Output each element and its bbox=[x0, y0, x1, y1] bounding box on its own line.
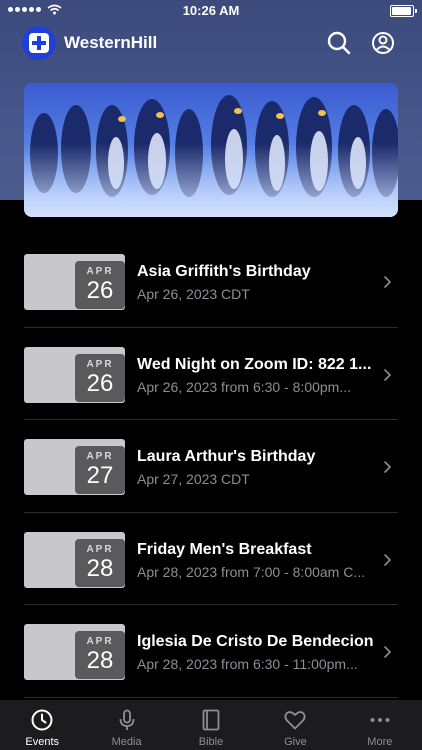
calendar-date-badge: APR 27 bbox=[75, 446, 125, 494]
event-row[interactable]: APR 26 Asia Griffith's Birthday Apr 26, 202… bbox=[0, 235, 422, 328]
event-row[interactable]: APR 28 Iglesia De Cristo De Bendecion Apr 2… bbox=[0, 605, 422, 698]
event-day: 28 bbox=[86, 554, 114, 582]
calendar-date-badge: APR 26 bbox=[75, 261, 125, 309]
event-title: Friday Men's Breakfast bbox=[137, 540, 312, 558]
event-month: APR bbox=[86, 543, 114, 555]
account-button[interactable] bbox=[370, 30, 396, 56]
tab-label-media: Media bbox=[111, 736, 142, 748]
tab-bar: Events Media Bible Give More bbox=[0, 700, 422, 750]
event-day: 28 bbox=[86, 647, 114, 674]
event-title: Iglesia De Cristo De Bendecion bbox=[137, 633, 374, 650]
event-datetime: Apr 28, 2023 from 6:30 - 11:00pm... bbox=[137, 656, 358, 672]
chevron-right-icon bbox=[384, 461, 392, 473]
event-thumbnail: APR 27 bbox=[24, 439, 125, 495]
event-thumbnail: APR 26 bbox=[24, 346, 125, 403]
event-datetime: Apr 27, 2023 CDT bbox=[137, 471, 250, 487]
chevron-right-icon bbox=[384, 368, 392, 381]
event-datetime: Apr 26, 2023 from 6:30 - 8:00pm... bbox=[137, 378, 352, 395]
battery-icon bbox=[390, 5, 417, 17]
event-thumbnail: APR 28 bbox=[24, 531, 125, 588]
search-button[interactable] bbox=[326, 30, 352, 56]
event-month: APR bbox=[86, 636, 114, 647]
tab-label-events: Events bbox=[25, 736, 60, 748]
event-day: 26 bbox=[86, 277, 114, 304]
event-datetime: Apr 28, 2023 from 7:00 - 8:00am C... bbox=[137, 563, 366, 580]
event-datetime: Apr 26, 2023 CDT bbox=[137, 286, 250, 302]
event-thumbnail: APR 28 bbox=[24, 624, 125, 680]
book-icon bbox=[202, 709, 220, 731]
tab-label-more: More bbox=[367, 736, 393, 748]
penguins-illustration bbox=[24, 95, 398, 217]
event-month: APR bbox=[86, 451, 114, 462]
church-logo-icon[interactable] bbox=[22, 26, 56, 60]
tab-media[interactable]: Media bbox=[84, 700, 168, 750]
event-thumbnail: APR 26 bbox=[24, 254, 125, 310]
chevron-right-icon bbox=[384, 646, 392, 658]
chevron-right-icon bbox=[384, 276, 392, 288]
account-circle-icon bbox=[372, 32, 394, 54]
tab-label-give: Give bbox=[284, 736, 307, 748]
event-title: Asia Griffith's Birthday bbox=[137, 263, 311, 280]
tab-give[interactable]: Give bbox=[253, 700, 337, 750]
events-list: APR 26 Asia Griffith's Birthday Apr 26, 202… bbox=[0, 235, 422, 698]
app-bar: WesternHill bbox=[0, 26, 422, 62]
calendar-date-badge: APR 28 bbox=[75, 538, 125, 587]
tab-more[interactable]: More bbox=[338, 700, 422, 750]
search-icon bbox=[327, 31, 351, 55]
app-title: WesternHill bbox=[64, 33, 158, 52]
hero-banner-image[interactable] bbox=[24, 83, 398, 217]
event-row[interactable]: APR 27 Laura Arthur's Birthday Apr 27, 2023… bbox=[0, 420, 422, 513]
event-row[interactable]: APR 28 Friday Men's Breakfast Apr 28, 2023 … bbox=[0, 513, 422, 605]
event-title: Wed Night on Zoom ID: 822 1... bbox=[137, 355, 372, 373]
microphone-icon bbox=[119, 709, 135, 730]
event-row[interactable]: APR 26 Wed Night on Zoom ID: 822 1... Apr 2… bbox=[0, 328, 422, 420]
event-day: 26 bbox=[86, 369, 114, 397]
chevron-right-icon bbox=[384, 553, 392, 566]
status-bar: 10:26 AM bbox=[0, 0, 422, 22]
divider bbox=[24, 696, 398, 698]
event-title: Laura Arthur's Birthday bbox=[137, 448, 316, 465]
event-day: 27 bbox=[86, 462, 114, 489]
tab-events[interactable]: Events bbox=[0, 700, 84, 750]
calendar-date-badge: APR 28 bbox=[75, 631, 125, 679]
calendar-date-badge: APR 26 bbox=[75, 353, 125, 402]
status-time: 10:26 AM bbox=[182, 3, 240, 18]
heart-icon bbox=[284, 711, 306, 730]
tab-bible[interactable]: Bible bbox=[169, 700, 253, 750]
more-dots-icon bbox=[370, 718, 390, 722]
event-month: APR bbox=[86, 266, 114, 277]
tab-label-bible: Bible bbox=[198, 736, 224, 748]
clock-icon bbox=[31, 709, 53, 731]
event-month: APR bbox=[86, 358, 114, 370]
